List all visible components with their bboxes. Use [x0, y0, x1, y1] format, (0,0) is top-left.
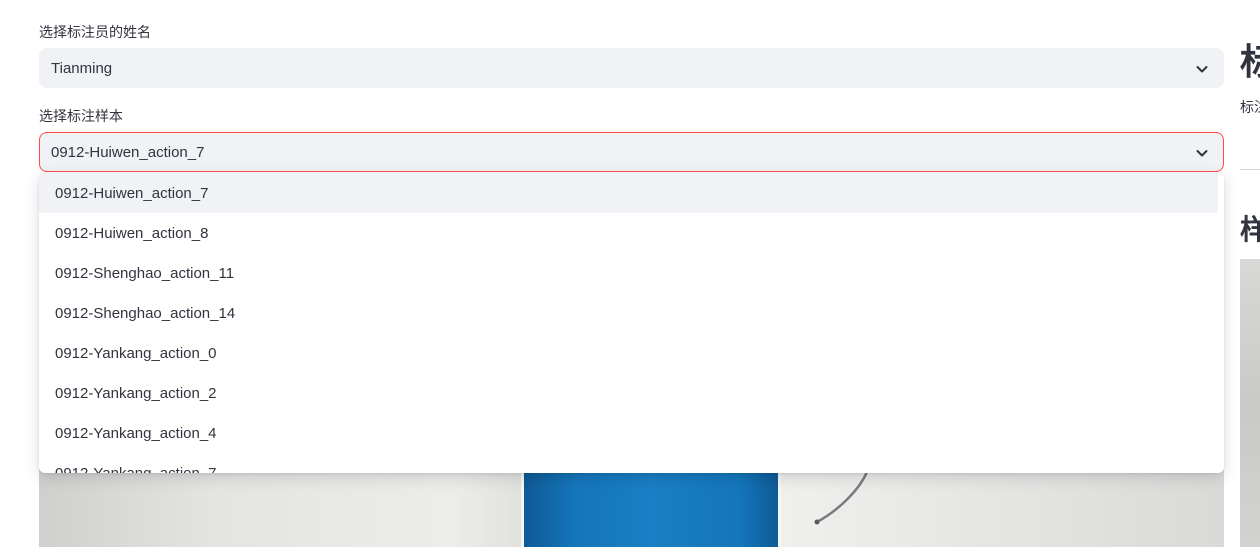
sample-option-list: 0912-Huiwen_action_7 0912-Huiwen_action_… — [39, 173, 1224, 473]
sample-option[interactable]: 0912-Yankang_action_4 — [39, 413, 1224, 453]
chevron-down-icon[interactable] — [1195, 146, 1209, 160]
sample-option[interactable]: 0912-Huiwen_action_7 — [39, 173, 1218, 213]
cable-shape — [814, 471, 869, 525]
annotator-select-label: 选择标注员的姓名 — [39, 24, 151, 40]
sample-option[interactable]: 0912-Shenghao_action_11 — [39, 253, 1224, 293]
annotator-select-value: Tianming — [51, 59, 113, 77]
app-page: 选择标注员的姓名 Tianming 选择标注样本 0912-Huiwen_act… — [0, 0, 1260, 547]
sample-option[interactable]: 0912-Yankang_action_2 — [39, 373, 1224, 413]
sample-select-value: 0912-Huiwen_action_7 — [51, 143, 205, 161]
sample-dropdown-menu: 0912-Huiwen_action_7 0912-Huiwen_action_… — [39, 173, 1224, 473]
right-subheading: 样 — [1240, 214, 1260, 245]
annotator-select[interactable]: Tianming — [39, 48, 1224, 88]
right-preview-image — [1240, 259, 1260, 547]
right-page-title: 标 — [1240, 41, 1260, 82]
sample-select[interactable]: 0912-Huiwen_action_7 — [39, 132, 1224, 172]
sample-option[interactable]: 0912-Yankang_action_0 — [39, 333, 1224, 373]
sample-option[interactable]: 0912-Shenghao_action_14 — [39, 293, 1224, 333]
right-divider — [1240, 169, 1260, 170]
sample-option[interactable]: 0912-Yankang_action_7 — [39, 453, 1224, 474]
sample-option[interactable]: 0912-Huiwen_action_8 — [39, 213, 1224, 253]
right-caption: 标注 — [1240, 99, 1260, 115]
sample-select-label: 选择标注样本 — [39, 108, 123, 124]
chevron-down-icon[interactable] — [1195, 62, 1209, 76]
